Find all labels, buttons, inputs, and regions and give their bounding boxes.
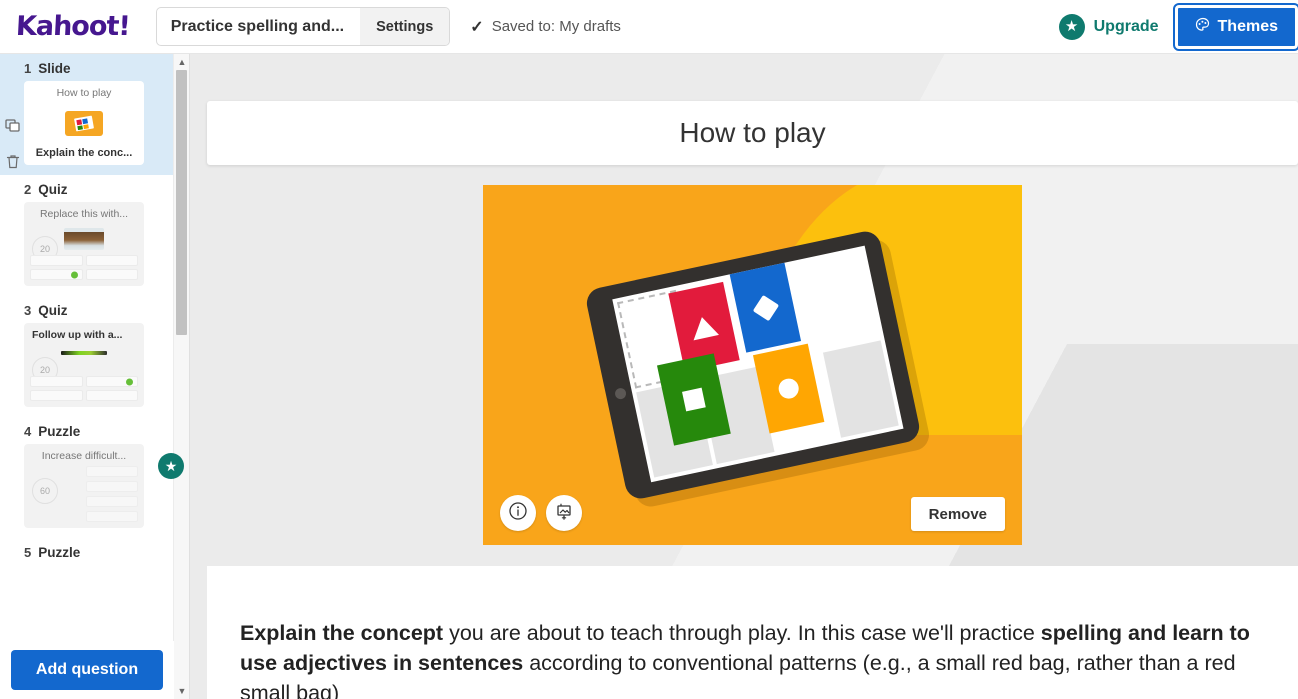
slide-4-puzzle-rows bbox=[86, 466, 138, 522]
slide-item-3[interactable]: 3 Quiz Follow up with a... 20 bbox=[0, 296, 174, 417]
puzzle-bar bbox=[86, 496, 138, 507]
slide-2-thumb-image bbox=[64, 228, 104, 250]
slide-1-thumb-subtitle: Explain the conc... bbox=[35, 147, 133, 159]
slide-5-header: 5 Puzzle bbox=[0, 545, 174, 560]
square-icon bbox=[681, 387, 706, 412]
scrollbar-thumb[interactable] bbox=[176, 70, 187, 335]
themes-label: Themes bbox=[1217, 17, 1278, 35]
answer-bar bbox=[85, 390, 138, 401]
add-question-button[interactable]: Add question bbox=[11, 650, 163, 690]
slide-5-number: 5 bbox=[24, 545, 32, 560]
slide-2-answers bbox=[30, 255, 138, 280]
slide-item-4[interactable]: 4 Puzzle Increase difficult... 60 ★ bbox=[0, 417, 184, 538]
answer-bar bbox=[30, 376, 83, 387]
upgrade-button[interactable]: ★ Upgrade bbox=[1043, 13, 1175, 40]
kahoot-title[interactable]: Practice spelling and... bbox=[157, 8, 360, 45]
slide-title-field[interactable]: How to play bbox=[207, 101, 1298, 165]
info-icon bbox=[508, 501, 528, 526]
sidebar-scrollbar[interactable]: ▲ ▼ bbox=[173, 54, 189, 699]
themes-button[interactable]: Themes bbox=[1172, 2, 1298, 51]
themes-palette-icon bbox=[1195, 17, 1211, 36]
slide-3-number: 3 bbox=[24, 303, 32, 318]
slide-item-1[interactable]: 1 Slide How to play Explain the conc... bbox=[0, 54, 174, 175]
slide-3-answers bbox=[30, 376, 138, 401]
circle-icon bbox=[776, 376, 801, 401]
slide-4-thumbnail[interactable]: Increase difficult... 60 bbox=[24, 444, 144, 528]
slide-list: 1 Slide How to play Explain the conc... … bbox=[0, 54, 184, 575]
answer-bar bbox=[85, 255, 138, 266]
duplicate-icon[interactable] bbox=[4, 116, 22, 134]
slide-4-timer: 60 bbox=[32, 478, 58, 504]
slide-1-number: 1 bbox=[24, 61, 32, 76]
diamond-icon bbox=[751, 294, 778, 321]
slide-3-thumb-title: Follow up with a... bbox=[32, 329, 123, 341]
crop-image-button[interactable] bbox=[546, 495, 582, 531]
chevron-up-icon[interactable]: ▲ bbox=[174, 54, 189, 70]
add-question-bar: Add question bbox=[0, 641, 174, 699]
slide-2-type: Quiz bbox=[38, 182, 68, 197]
description-plain-1: you are about to teach through play. In … bbox=[443, 621, 1041, 645]
answer-bar bbox=[85, 269, 138, 280]
slide-3-header: 3 Quiz bbox=[0, 303, 174, 318]
star-badge-icon: ★ bbox=[158, 453, 184, 479]
top-bar: Kahoot! Practice spelling and... Setting… bbox=[0, 0, 1298, 54]
slide-editor-canvas: How to play Remove Explain the concept y… bbox=[190, 54, 1298, 699]
star-icon: ★ bbox=[1058, 13, 1085, 40]
slide-2-thumbnail[interactable]: Replace this with... 20 bbox=[24, 202, 144, 286]
check-icon: ✓ bbox=[470, 18, 484, 36]
slide-4-type: Puzzle bbox=[38, 424, 81, 439]
answer-bar bbox=[30, 269, 83, 280]
slide-1-thumb-title: How to play bbox=[56, 87, 112, 99]
slide-1-tools bbox=[4, 116, 22, 171]
saved-status-label: Saved to: My drafts bbox=[491, 18, 621, 35]
image-crop-icon bbox=[554, 501, 574, 526]
correct-answer-dot bbox=[70, 271, 78, 278]
puzzle-bar bbox=[86, 511, 138, 522]
triangle-icon bbox=[688, 313, 719, 340]
description-bold-1: Explain the concept bbox=[240, 621, 444, 645]
kahoot-title-group: Practice spelling and... Settings bbox=[155, 7, 451, 46]
answer-bar bbox=[30, 390, 83, 401]
answer-bar bbox=[85, 376, 138, 387]
answer-bar bbox=[30, 255, 83, 266]
slide-item-2[interactable]: 2 Quiz Replace this with... 20 bbox=[0, 175, 174, 296]
slide-3-type: Quiz bbox=[38, 303, 68, 318]
media-controls bbox=[500, 495, 582, 531]
slide-description-text: Explain the concept you are about to tea… bbox=[240, 618, 1258, 699]
slide-3-thumbnail[interactable]: Follow up with a... 20 bbox=[24, 323, 144, 407]
top-bar-actions: ★ Upgrade Themes bbox=[1043, 0, 1298, 54]
slide-2-thumb-title: Replace this with... bbox=[39, 208, 129, 220]
slide-5-type: Puzzle bbox=[38, 545, 81, 560]
slide-media[interactable]: Remove bbox=[483, 185, 1022, 545]
slide-4-header: 4 Puzzle bbox=[0, 424, 174, 439]
slide-sidebar: 1 Slide How to play Explain the conc... … bbox=[0, 54, 190, 699]
upgrade-label: Upgrade bbox=[1093, 17, 1159, 35]
slide-1-header: 1 Slide bbox=[0, 61, 174, 76]
trash-icon[interactable] bbox=[4, 153, 22, 171]
info-button[interactable] bbox=[500, 495, 536, 531]
puzzle-bar bbox=[86, 481, 138, 492]
slide-4-thumb-title: Increase difficult... bbox=[41, 450, 127, 462]
slide-1-thumb-image bbox=[65, 111, 103, 136]
slide-1-thumbnail[interactable]: How to play Explain the conc... bbox=[24, 81, 144, 165]
settings-button[interactable]: Settings bbox=[360, 8, 450, 45]
slide-title-text: How to play bbox=[679, 117, 826, 148]
chevron-down-icon[interactable]: ▼ bbox=[174, 683, 189, 699]
slide-1-type: Slide bbox=[38, 61, 71, 76]
slide-description-field[interactable]: Explain the concept you are about to tea… bbox=[207, 566, 1298, 699]
slide-item-5[interactable]: 5 Puzzle bbox=[0, 538, 174, 575]
slide-4-number: 4 bbox=[24, 424, 32, 439]
puzzle-bar bbox=[86, 466, 138, 477]
slide-2-header: 2 Quiz bbox=[0, 182, 174, 197]
kahoot-logo[interactable]: Kahoot! bbox=[15, 11, 130, 42]
remove-media-button[interactable]: Remove bbox=[910, 497, 1005, 531]
saved-status: ✓ Saved to: My drafts bbox=[470, 17, 621, 37]
slide-2-number: 2 bbox=[24, 182, 32, 197]
slide-3-thumb-image bbox=[61, 351, 107, 355]
correct-answer-dot bbox=[126, 378, 133, 385]
tablet-camera-icon bbox=[613, 386, 627, 400]
